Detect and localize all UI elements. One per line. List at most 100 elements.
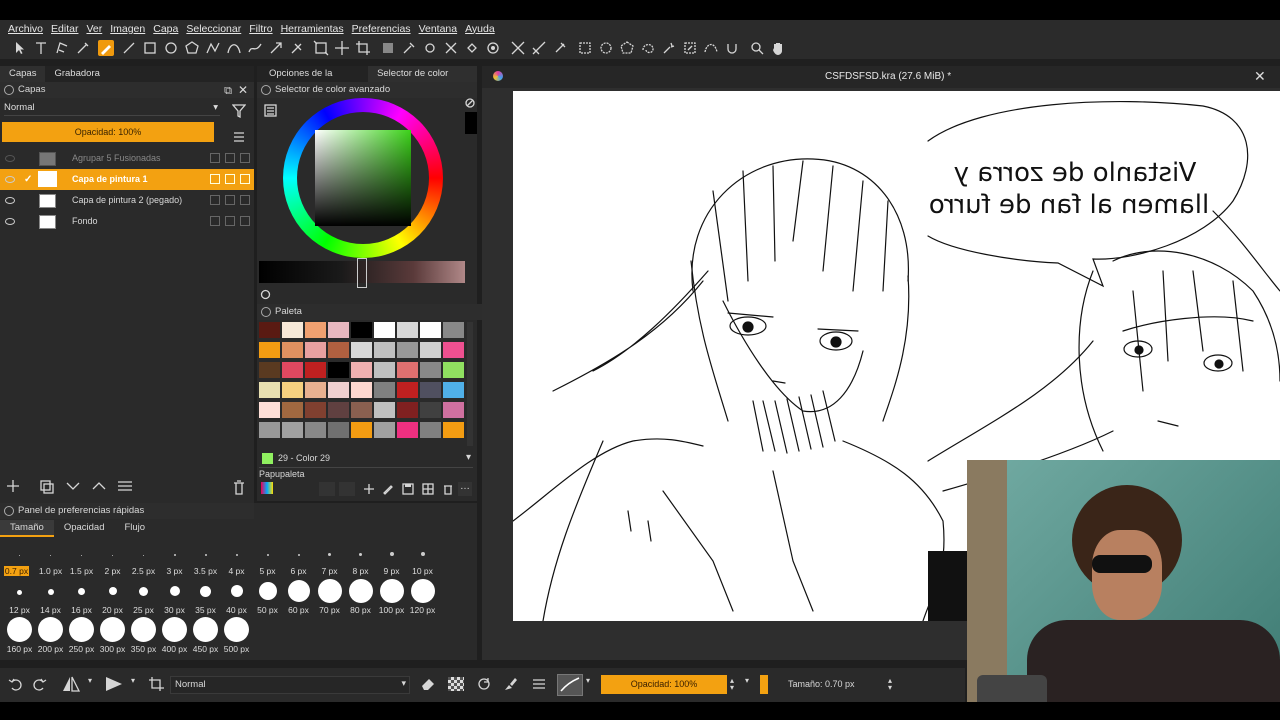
- palette-swatch[interactable]: [351, 322, 372, 338]
- sv-square[interactable]: [315, 130, 411, 226]
- more-options-icon[interactable]: …: [458, 482, 472, 496]
- palette-color-select[interactable]: 29 - Color 29 ▾: [259, 451, 473, 468]
- palette-swatch[interactable]: [420, 382, 441, 398]
- gradient-tool-icon[interactable]: [380, 40, 396, 56]
- menu-archivo[interactable]: Archivo: [8, 23, 43, 35]
- redo-icon[interactable]: [33, 677, 47, 691]
- palette-swatch[interactable]: [351, 342, 372, 358]
- palette-swatch[interactable]: [397, 342, 418, 358]
- palette-swatch[interactable]: [351, 362, 372, 378]
- layer-opacity-slider[interactable]: Opacidad: 100%: [2, 122, 214, 142]
- menu-icon[interactable]: [232, 130, 246, 144]
- similar-select-icon[interactable]: [682, 40, 698, 56]
- palette-swatch[interactable]: [374, 382, 395, 398]
- brush-size-option[interactable]: 4 px: [221, 566, 252, 576]
- palette-swatch[interactable]: [328, 342, 349, 358]
- docker-lock-icon[interactable]: [4, 85, 14, 95]
- lock-icon[interactable]: [210, 216, 220, 226]
- layer-row[interactable]: Fondo: [0, 211, 254, 232]
- multibrush-icon[interactable]: [289, 40, 305, 56]
- mirror-horizontal-icon[interactable]: [62, 676, 80, 692]
- reference-tool-icon[interactable]: [552, 40, 568, 56]
- palette-swatch[interactable]: [259, 422, 280, 438]
- brush-size-selected[interactable]: 0.7 px: [4, 566, 29, 576]
- fill-tool-icon[interactable]: [464, 40, 480, 56]
- eraser-icon[interactable]: [420, 676, 436, 692]
- visibility-eye-icon[interactable]: [5, 218, 15, 225]
- menu-filtro[interactable]: Filtro: [249, 23, 272, 35]
- menu-ayuda[interactable]: Ayuda: [465, 23, 495, 35]
- inherit-alpha-icon[interactable]: [240, 216, 250, 226]
- palette-swatch[interactable]: [374, 422, 395, 438]
- palette-swatch[interactable]: [305, 422, 326, 438]
- brush-size-option[interactable]: 400 px: [159, 644, 190, 654]
- tab-color-selector[interactable]: Selector de color av...: [368, 66, 477, 95]
- lock-icon[interactable]: [210, 153, 220, 163]
- palette-swatch[interactable]: [305, 402, 326, 418]
- palette-swatch[interactable]: [443, 342, 464, 358]
- palette-swatch[interactable]: [443, 382, 464, 398]
- tab-tamano[interactable]: Tamaño: [0, 520, 54, 537]
- undo-icon[interactable]: [8, 677, 22, 691]
- palette-swatch[interactable]: [259, 362, 280, 378]
- palette-swatch[interactable]: [374, 402, 395, 418]
- palette-swatch[interactable]: [328, 322, 349, 338]
- filter-icon[interactable]: [232, 104, 246, 118]
- brush-size-option[interactable]: 25 px: [128, 605, 159, 615]
- enclose-fill-icon[interactable]: [485, 40, 501, 56]
- brush-size-slider[interactable]: Tamaño: 0.70 px: [760, 675, 886, 694]
- rect-select-icon[interactable]: [577, 40, 593, 56]
- tab-opacidad[interactable]: Opacidad: [54, 520, 115, 537]
- palette-swatch[interactable]: [305, 362, 326, 378]
- palette-swatch[interactable]: [397, 402, 418, 418]
- close-document-icon[interactable]: ✕: [1254, 68, 1266, 85]
- brush-size-option[interactable]: 12 px: [4, 605, 35, 615]
- brush-size-option[interactable]: 250 px: [66, 644, 97, 654]
- brush-size-option[interactable]: 60 px: [283, 605, 314, 615]
- palette-swatch[interactable]: [374, 342, 395, 358]
- brush-size-option[interactable]: 50 px: [252, 605, 283, 615]
- palette-swatch[interactable]: [259, 322, 280, 338]
- brush-size-option[interactable]: 3.5 px: [190, 566, 221, 576]
- brush-opacity-slider[interactable]: Opacidad: 100%: [601, 675, 727, 694]
- move-layer-down-icon[interactable]: [64, 478, 82, 494]
- trash-icon[interactable]: [441, 482, 455, 496]
- palette-swatch[interactable]: [374, 362, 395, 378]
- ellipse-select-icon[interactable]: [598, 40, 614, 56]
- menu-editar[interactable]: Editar: [51, 23, 78, 35]
- brush-size-option[interactable]: 8 px: [345, 566, 376, 576]
- float-docker-icon[interactable]: ⧉: [224, 83, 232, 99]
- inherit-alpha-icon[interactable]: [240, 174, 250, 184]
- move-tool-icon[interactable]: [334, 40, 350, 56]
- bezier-select-icon[interactable]: [703, 40, 719, 56]
- menu-seleccionar[interactable]: Seleccionar: [186, 23, 241, 35]
- visibility-eye-icon[interactable]: [5, 155, 15, 162]
- palette-swatch[interactable]: [259, 382, 280, 398]
- layer-row[interactable]: Capa de pintura 2 (pegado): [0, 190, 254, 211]
- menu-ver[interactable]: Ver: [86, 23, 102, 35]
- smart-patch-icon[interactable]: [443, 40, 459, 56]
- refresh-icon[interactable]: [260, 289, 271, 300]
- palette-swatch[interactable]: [305, 322, 326, 338]
- blend-mode-select[interactable]: Normal ▾: [4, 102, 220, 116]
- magnetic-select-icon[interactable]: [724, 40, 740, 56]
- assistant-tool-icon[interactable]: [510, 40, 526, 56]
- brush-size-option[interactable]: 300 px: [97, 644, 128, 654]
- rectangle-tool-icon[interactable]: [142, 40, 158, 56]
- palette-swatch[interactable]: [397, 362, 418, 378]
- brush-size-option[interactable]: 40 px: [221, 605, 252, 615]
- palette-swatch[interactable]: [351, 422, 372, 438]
- crop-tool-icon[interactable]: [355, 40, 371, 56]
- palette-scrollbar[interactable]: [467, 322, 473, 446]
- tab-capas[interactable]: Capas: [0, 66, 46, 82]
- palette-swatch[interactable]: [397, 422, 418, 438]
- palette-swatch[interactable]: [305, 342, 326, 358]
- palette-swatch[interactable]: [282, 342, 303, 358]
- freehand-brush-icon[interactable]: [98, 40, 114, 56]
- palette-swatch[interactable]: [328, 402, 349, 418]
- brush-size-option[interactable]: 6 px: [283, 566, 314, 576]
- delete-layer-icon[interactable]: [231, 478, 247, 496]
- brush-preset-thumbnail[interactable]: [557, 674, 583, 696]
- tab-grabadora[interactable]: Grabadora: [45, 66, 108, 82]
- palette-swatch[interactable]: [282, 362, 303, 378]
